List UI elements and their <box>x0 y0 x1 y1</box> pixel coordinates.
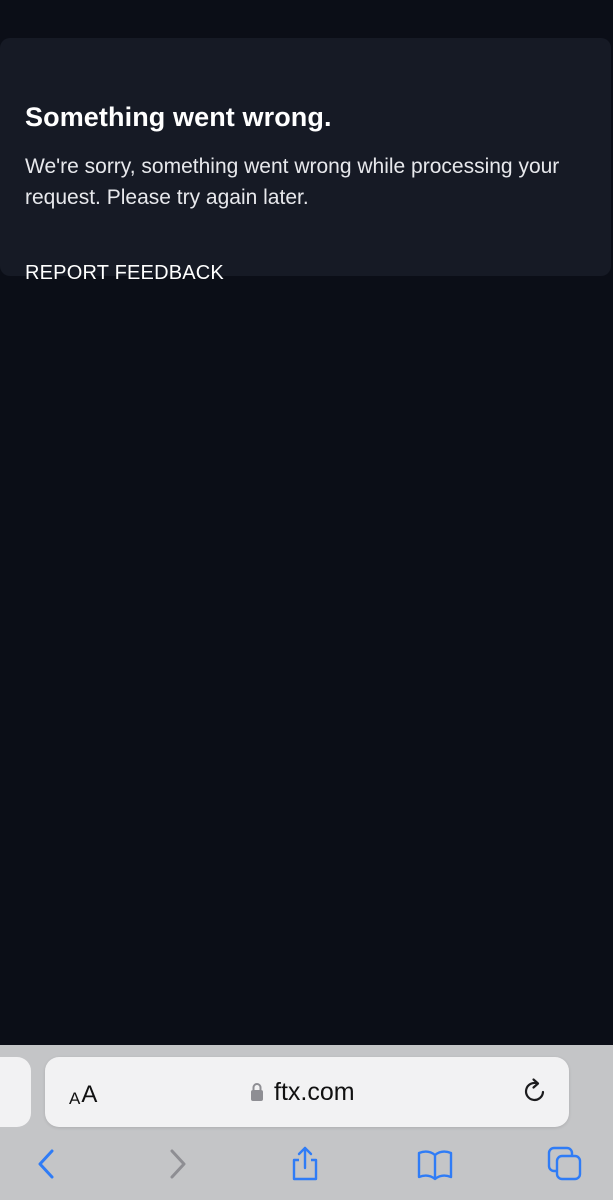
browser-bottom-bar: A A ftx.com <box>0 1045 613 1200</box>
page-content: Something went wrong. We're sorry, somet… <box>0 0 613 1045</box>
reader-mode-button[interactable]: A A <box>69 1077 98 1108</box>
bookmarks-icon[interactable] <box>417 1146 453 1182</box>
error-card: Something went wrong. We're sorry, somet… <box>0 38 611 284</box>
back-icon[interactable] <box>28 1146 64 1182</box>
error-title: Something went wrong. <box>25 102 332 132</box>
browser-toolbar <box>0 1140 613 1190</box>
lock-icon <box>251 1083 263 1101</box>
error-message: We're sorry, something went wrong while … <box>25 155 560 209</box>
url-text: ftx.com <box>274 1077 355 1106</box>
reader-large-letter: A <box>81 1081 98 1108</box>
url-display[interactable]: ftx.com <box>250 1076 355 1108</box>
forward-icon[interactable] <box>160 1146 196 1182</box>
reload-icon[interactable] <box>521 1077 549 1105</box>
address-bar[interactable]: A A ftx.com <box>45 1057 569 1127</box>
previous-tab-preview[interactable] <box>0 1057 31 1127</box>
tabs-icon[interactable] <box>547 1146 583 1182</box>
report-feedback-button[interactable]: REPORT FEEDBACK <box>25 262 224 285</box>
share-icon[interactable] <box>287 1146 323 1182</box>
reader-small-letter: A <box>69 1089 81 1108</box>
